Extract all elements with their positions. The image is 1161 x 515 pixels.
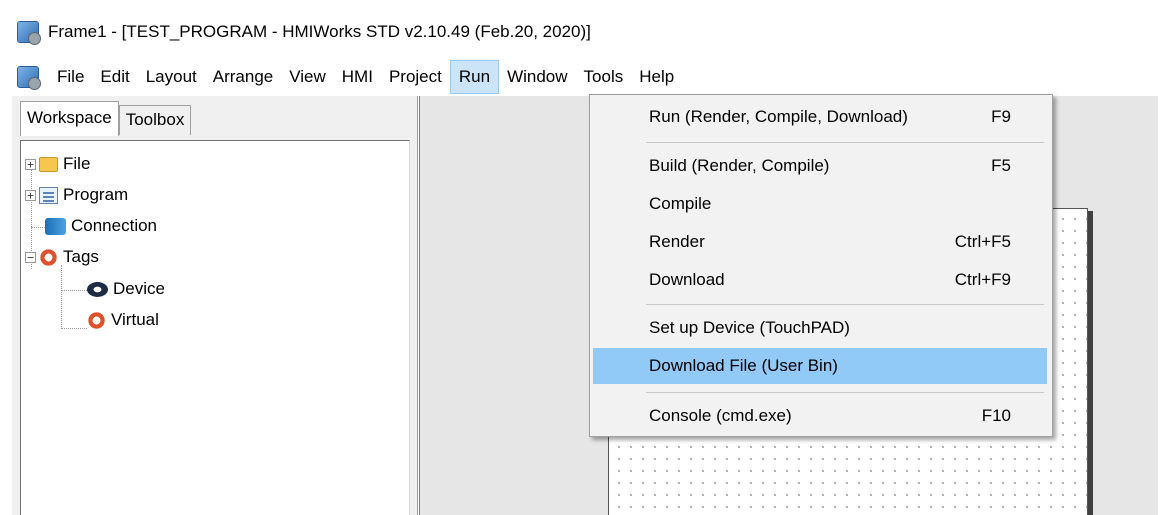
tree-connector-line <box>61 328 87 329</box>
menu-help[interactable]: Help <box>631 60 682 94</box>
tree-item-tags[interactable]: − Tags <box>25 242 99 272</box>
menu-item-shortcut: F10 <box>981 406 1011 425</box>
connection-icon <box>45 217 66 235</box>
workspace-panel: Workspace Toolbox + File + Program Conne… <box>12 96 418 515</box>
tree-item-label: Tags <box>63 247 99 266</box>
tags-icon <box>39 247 58 267</box>
tree-connector-line <box>31 227 45 228</box>
menu-tools[interactable]: Tools <box>576 60 632 94</box>
tree-item-file[interactable]: + File <box>25 149 90 179</box>
menu-file[interactable]: File <box>49 60 92 94</box>
expand-icon[interactable]: + <box>25 189 36 201</box>
program-icon <box>39 186 58 204</box>
menu-item-label: Compile <box>649 194 712 213</box>
menu-item-label: Build (Render, Compile) <box>649 156 830 175</box>
menu-arrange[interactable]: Arrange <box>205 60 281 94</box>
menu-item-run[interactable]: Run (Render, Compile, Download) F9 <box>593 99 1047 135</box>
tree-item-label: Virtual <box>111 310 159 329</box>
menu-view[interactable]: View <box>281 60 334 94</box>
tree-item-label: Program <box>63 185 129 204</box>
menu-item-label: Download <box>649 270 725 289</box>
tree-connector-line <box>61 265 62 329</box>
hmiworks-app-icon[interactable] <box>17 21 41 45</box>
device-icon <box>87 281 108 297</box>
window-title: Frame1 - [TEST_PROGRAM - HMIWorks STD v2… <box>48 22 591 41</box>
menu-item-setup-device[interactable]: Set up Device (TouchPAD) <box>593 310 1047 346</box>
title-bar: Frame1 - [TEST_PROGRAM - HMIWorks STD v2… <box>10 13 1158 51</box>
menu-item-compile[interactable]: Compile <box>593 186 1047 222</box>
menu-run[interactable]: Run <box>449 60 500 94</box>
menu-separator <box>646 392 1044 393</box>
tree-item-device[interactable]: Device <box>87 274 165 304</box>
menu-project[interactable]: Project <box>381 60 450 94</box>
menu-hmi[interactable]: HMI <box>334 60 381 94</box>
folder-icon <box>39 156 58 172</box>
menu-item-build[interactable]: Build (Render, Compile) F5 <box>593 148 1047 184</box>
virtual-tag-icon <box>87 310 106 330</box>
menu-item-shortcut: F9 <box>991 107 1011 126</box>
menu-separator <box>646 142 1044 143</box>
menu-item-shortcut: F5 <box>991 156 1011 175</box>
menu-item-console[interactable]: Console (cmd.exe) F10 <box>593 398 1047 434</box>
menu-item-download-file[interactable]: Download File (User Bin) <box>593 348 1047 384</box>
menu-item-label: Download File (User Bin) <box>649 356 838 375</box>
menu-window[interactable]: Window <box>499 60 575 94</box>
tree-item-program[interactable]: + Program <box>25 180 128 210</box>
tree-connector-line <box>61 290 87 291</box>
tree-item-label: Connection <box>71 216 158 235</box>
menu-item-download[interactable]: Download Ctrl+F9 <box>593 262 1047 298</box>
menu-item-label: Set up Device (TouchPAD) <box>649 318 850 337</box>
tab-workspace[interactable]: Workspace <box>20 101 119 136</box>
menu-item-label: Run (Render, Compile, Download) <box>649 107 908 126</box>
menu-layout[interactable]: Layout <box>138 60 205 94</box>
tree-item-label: File <box>63 154 91 173</box>
menu-bar: File Edit Layout Arrange View HMI Projec… <box>10 58 1158 96</box>
tab-toolbox[interactable]: Toolbox <box>118 105 192 135</box>
collapse-icon[interactable]: − <box>25 251 36 263</box>
menu-item-shortcut: Ctrl+F9 <box>954 270 1011 289</box>
menu-item-shortcut: Ctrl+F5 <box>954 232 1011 251</box>
system-menu-icon[interactable] <box>17 66 41 90</box>
menu-separator <box>646 304 1044 305</box>
tree-item-virtual[interactable]: Virtual <box>87 305 159 335</box>
menu-item-label: Console (cmd.exe) <box>649 406 792 425</box>
tree-item-label: Device <box>113 279 165 298</box>
workspace-tree: + File + Program Connection − Tags Devic… <box>20 140 410 515</box>
run-menu-dropdown: Run (Render, Compile, Download) F9 Build… <box>589 94 1053 437</box>
menu-item-label: Render <box>649 232 705 251</box>
menu-edit[interactable]: Edit <box>92 60 137 94</box>
expand-icon[interactable]: + <box>25 158 36 170</box>
panel-tabs: Workspace Toolbox <box>20 100 192 136</box>
menu-item-render[interactable]: Render Ctrl+F5 <box>593 224 1047 260</box>
tree-item-connection[interactable]: Connection <box>45 211 157 241</box>
